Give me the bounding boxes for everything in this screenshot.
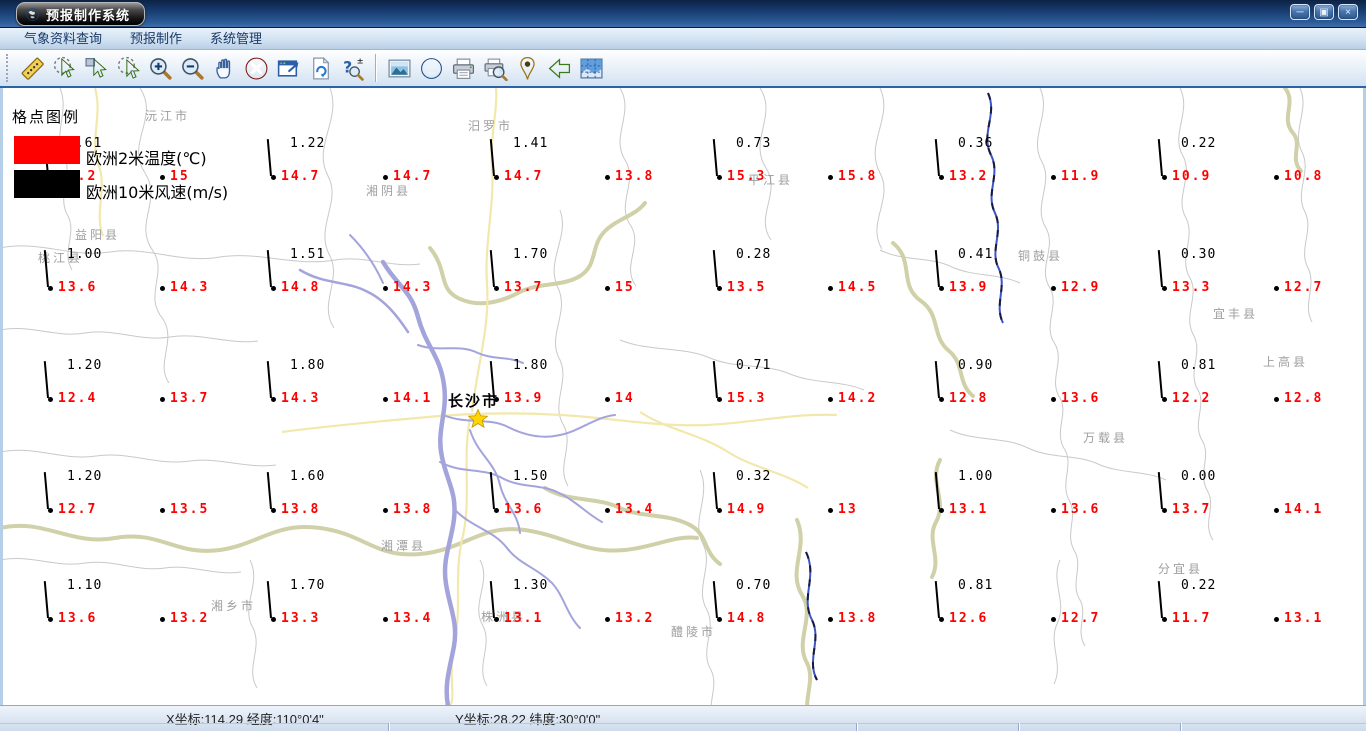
menu-item-1[interactable]: 预报制作 bbox=[116, 28, 196, 50]
globe-button[interactable] bbox=[415, 52, 447, 84]
legend-item-0: 欧洲2米温度(℃) bbox=[12, 136, 207, 168]
close-button[interactable]: × bbox=[1338, 4, 1358, 20]
back-arrow-button[interactable] bbox=[543, 52, 575, 84]
legend-swatch bbox=[14, 170, 80, 198]
toolbar-separator bbox=[375, 54, 376, 82]
menu-item-0[interactable]: 气象资料查询 bbox=[10, 28, 116, 50]
app-title-tab: 预报制作系统 bbox=[16, 2, 146, 26]
status-bar-strip bbox=[0, 723, 1366, 731]
toolbar bbox=[0, 50, 1366, 88]
legend-label: 欧洲10米风速(m/s) bbox=[86, 183, 229, 202]
measure-ruler-icon bbox=[20, 56, 45, 81]
zoom-out-button[interactable] bbox=[176, 52, 208, 84]
legend-title: 格点图例 bbox=[12, 108, 81, 126]
city-star-icon bbox=[468, 409, 488, 428]
export-window-icon bbox=[276, 56, 301, 81]
window-controls: ─ ▣ × bbox=[1290, 4, 1358, 20]
zoom-in-icon bbox=[148, 56, 173, 81]
zoom-in-button[interactable] bbox=[144, 52, 176, 84]
print-icon bbox=[451, 56, 476, 81]
zoom-out-icon bbox=[180, 56, 205, 81]
select-lasso-button[interactable] bbox=[112, 52, 144, 84]
legend-label: 欧洲2米温度(℃) bbox=[86, 149, 207, 168]
query-zoom-icon bbox=[340, 56, 365, 81]
title-bar: 预报制作系统 ─ ▣ × bbox=[0, 0, 1366, 28]
legend-item-1: 欧洲10米风速(m/s) bbox=[12, 170, 228, 202]
print-preview-icon bbox=[483, 56, 508, 81]
menu-item-2[interactable]: 系统管理 bbox=[196, 28, 276, 50]
print-preview-button[interactable] bbox=[479, 52, 511, 84]
window-frame-left bbox=[0, 88, 3, 705]
select-circle-button[interactable] bbox=[48, 52, 80, 84]
grid-map-icon bbox=[579, 56, 604, 81]
refresh-doc-icon bbox=[308, 56, 333, 81]
restore-button[interactable]: ▣ bbox=[1314, 4, 1334, 20]
back-arrow-icon bbox=[547, 56, 572, 81]
grid-map-button[interactable] bbox=[575, 52, 607, 84]
application-window: 预报制作系统 ─ ▣ × 气象资料查询 预报制作 系统管理 沅江市 汨罗市 湘阴… bbox=[0, 0, 1366, 731]
map-pin-icon bbox=[515, 56, 540, 81]
legend-swatch bbox=[14, 136, 80, 164]
app-title: 预报制作系统 bbox=[46, 7, 131, 23]
map-canvas[interactable]: 沅江市 汨罗市 湘阴县 平江县 益阳县 桃江县 铜鼓县 宜丰县 上高县 万载县 湘潭县 湘乡市 株洲县醴… bbox=[0, 88, 1366, 705]
menu-bar: 气象资料查询 预报制作 系统管理 bbox=[0, 28, 1366, 50]
globe-icon bbox=[419, 56, 444, 81]
stop-icon bbox=[244, 56, 269, 81]
print-button[interactable] bbox=[447, 52, 479, 84]
status-bar: X坐标:114.29 经度:110°0'4" Y坐标:28.22 纬度:30°0… bbox=[0, 705, 1366, 731]
refresh-doc-button[interactable] bbox=[304, 52, 336, 84]
image-icon bbox=[387, 56, 412, 81]
query-zoom-button[interactable] bbox=[336, 52, 368, 84]
select-arrow-button[interactable] bbox=[80, 52, 112, 84]
toolbar-buttons bbox=[16, 52, 607, 84]
stop-button[interactable] bbox=[240, 52, 272, 84]
map-pin-button[interactable] bbox=[511, 52, 543, 84]
pan-hand-button[interactable] bbox=[208, 52, 240, 84]
select-circle-icon bbox=[52, 56, 77, 81]
export-window-button[interactable] bbox=[272, 52, 304, 84]
image-button[interactable] bbox=[383, 52, 415, 84]
select-lasso-icon bbox=[116, 56, 141, 81]
minimize-button[interactable]: ─ bbox=[1290, 4, 1310, 20]
app-logo-globe-icon bbox=[25, 7, 40, 22]
pan-hand-icon bbox=[212, 56, 237, 81]
measure-ruler-button[interactable] bbox=[16, 52, 48, 84]
grid-legend: 格点图例 欧洲2米温度(℃) 欧洲10米风速(m/s) bbox=[12, 106, 228, 204]
select-arrow-icon bbox=[84, 56, 109, 81]
toolbar-grip bbox=[6, 54, 10, 82]
